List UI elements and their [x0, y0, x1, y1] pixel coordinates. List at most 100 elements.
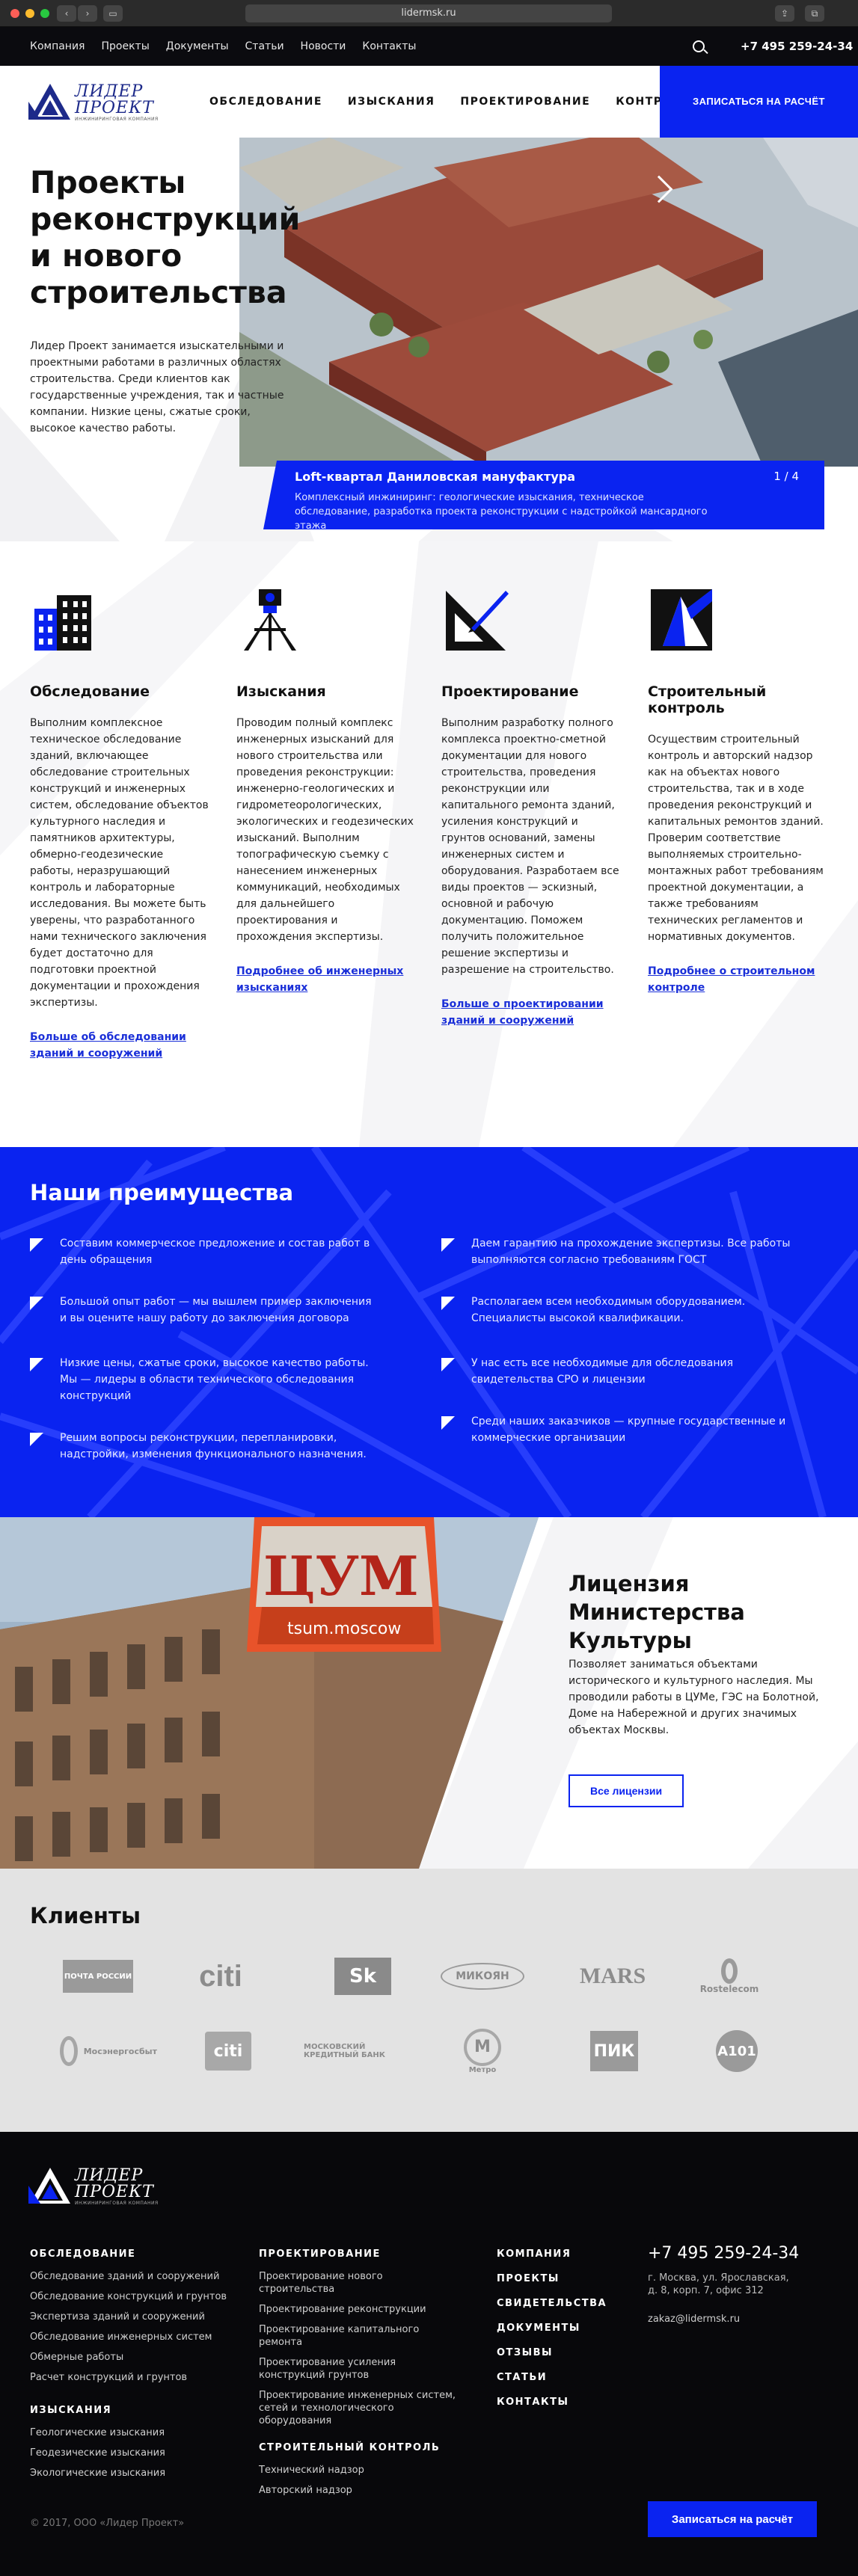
footer-link[interactable]: Экспертиза зданий и сооружений [30, 2311, 247, 2323]
footer-link[interactable]: Проектирование капитального ремонта [259, 2323, 461, 2349]
top-nav-company[interactable]: Компания [30, 40, 85, 52]
top-nav-contacts[interactable]: Контакты [362, 40, 416, 52]
nav-surveys[interactable]: ИЗЫСКАНИЯ [348, 96, 435, 108]
slide-caption[interactable]: Loft-квартал Даниловская мануфактура 1 /… [263, 461, 824, 529]
client-logo[interactable]: citi [172, 1952, 269, 2000]
triangle-bullet-icon [441, 1297, 455, 1310]
all-licenses-button[interactable]: Все лицензии [569, 1774, 684, 1807]
top-nav-projects[interactable]: Проекты [101, 40, 149, 52]
footer-heading[interactable]: ПРОЕКТИРОВАНИЕ [259, 2248, 461, 2260]
top-nav-news[interactable]: Новости [301, 40, 346, 52]
advantage-text: Среди наших заказчиков — крупные государ… [471, 1415, 786, 1444]
footer-link[interactable]: Обследование зданий и сооружений [30, 2270, 247, 2283]
footer-main-link[interactable]: КОМПАНИЯ [497, 2248, 631, 2260]
service-link[interactable]: Больше о проектировании зданий и сооруже… [441, 996, 621, 1029]
footer-link[interactable]: Технический надзор [259, 2464, 461, 2477]
hero-title: Проекты реконструкций и нового строитель… [30, 165, 301, 310]
service-link[interactable]: Больше об обследовании зданий и сооружен… [30, 1029, 209, 1062]
footer-main-link[interactable]: ПРОЕКТЫ [497, 2273, 631, 2284]
footer-link[interactable]: Обмерные работы [30, 2351, 247, 2364]
client-logo-text: citi [205, 2032, 251, 2071]
advantage-text: Составим коммерческое предложение и сост… [60, 1238, 370, 1266]
footer-link[interactable]: Экологические изыскания [30, 2467, 247, 2480]
page: ‹ › ▭ lidermsk.ru ⇪ ⧉ Компания Проекты Д… [0, 0, 858, 2576]
footer-logo[interactable]: ЛИДЕР ПРОЕКТ ИНЖИНИРИНГОВАЯ КОМПАНИЯ [28, 2162, 171, 2210]
footer-main-link[interactable]: СТАТЬИ [497, 2372, 631, 2383]
share-icon[interactable]: ⇪ [775, 5, 794, 22]
client-logo[interactable]: Rostelecom [681, 1952, 778, 2000]
nav-design[interactable]: ПРОЕКТИРОВАНИЕ [460, 96, 590, 108]
footer-link[interactable]: Авторский надзор [259, 2484, 461, 2497]
footer: ЛИДЕР ПРОЕКТ ИНЖИНИРИНГОВАЯ КОМПАНИЯ ОБС… [0, 2132, 858, 2576]
rostelecom-mark-icon [721, 1958, 738, 1984]
advantage-item: Располагаем всем необходимым оборудовани… [441, 1294, 793, 1327]
hero-slide-image [239, 138, 858, 467]
footer-link[interactable]: Обследование конструкций и грунтов [30, 2290, 247, 2303]
footer-link[interactable]: Геодезические изыскания [30, 2447, 247, 2459]
client-logo[interactable]: Sk [314, 1952, 411, 2000]
forward-icon[interactable]: › [78, 5, 97, 22]
footer-link[interactable]: Проектирование инженерных систем, сетей … [259, 2389, 461, 2427]
footer-link[interactable]: Расчет конструкций и грунтов [30, 2371, 247, 2384]
footer-main-link[interactable]: ДОКУМЕНТЫ [497, 2323, 631, 2334]
client-logo[interactable]: Мосэнергосбыт [60, 2027, 157, 2075]
top-nav-documents[interactable]: Документы [166, 40, 229, 52]
footer-main-link[interactable]: КОНТАКТЫ [497, 2397, 631, 2408]
nav-inspection[interactable]: ОБСЛЕДОВАНИЕ [209, 96, 322, 108]
service-link[interactable]: Подробнее о строительном контроле [648, 963, 827, 996]
footer-phone[interactable]: +7 495 259-24-34 [648, 2244, 827, 2263]
service-title: Обследование [30, 683, 150, 700]
maximize-window-icon[interactable] [40, 9, 49, 18]
client-logo[interactable]: ПИК [566, 2027, 663, 2075]
hero-description: Лидер Проект занимается изыскательными и… [30, 340, 284, 434]
advantage-item: Решим вопросы реконструкции, перепланиро… [30, 1430, 381, 1463]
footer-heading[interactable]: ИЗЫСКАНИЯ [30, 2405, 247, 2416]
footer-link[interactable]: Геологические изыскания [30, 2426, 247, 2439]
top-nav-articles[interactable]: Статьи [245, 40, 284, 52]
client-logo[interactable]: citi [180, 2027, 277, 2075]
client-logo[interactable]: МОСКОВСКИЙ КРЕДИТНЫЙ БАНК [304, 2027, 416, 2075]
triangle-bullet-icon [30, 1358, 43, 1371]
service-link[interactable]: Подробнее об инженерных изысканиях [236, 963, 416, 996]
footer-link[interactable]: Проектирование усиления конструкций грун… [259, 2356, 461, 2382]
client-logo[interactable]: A101 [688, 2027, 785, 2075]
search-icon[interactable] [693, 40, 705, 52]
footer-heading[interactable]: СТРОИТЕЛЬНЫЙ КОНТРОЛЬ [259, 2442, 461, 2453]
client-logo[interactable]: ПОЧТА РОССИИ [49, 1952, 147, 2000]
service-text: Выполним комплексное техническое обследо… [30, 717, 209, 1009]
license-section: ЦУМ tsum.moscow Лицензия Министерства Ку… [0, 1517, 858, 1869]
footer-main-link[interactable]: СВИДЕТЕЛЬСТВА [497, 2298, 631, 2309]
window-controls [10, 9, 49, 18]
tabs-icon[interactable]: ⧉ [805, 5, 824, 22]
license-text: Позволяет заниматься объектами историчес… [569, 1659, 819, 1736]
minimize-window-icon[interactable] [25, 9, 34, 18]
slide-description: Комплексный инжиниринг: геологические из… [295, 492, 708, 532]
footer-cta-button[interactable]: Записаться на расчёт [648, 2501, 817, 2537]
client-logo[interactable]: МИКОЯН [434, 1952, 531, 2000]
client-logo[interactable]: MARS [564, 1952, 661, 2000]
footer-link[interactable]: Обследование инженерных систем [30, 2331, 247, 2343]
control-icon [651, 589, 712, 651]
advantages-title: Наши преимущества [30, 1180, 294, 1205]
back-icon[interactable]: ‹ [57, 5, 76, 22]
services-section: Обследование Выполним комплексное технич… [0, 541, 858, 1147]
theodolite-icon [244, 589, 296, 651]
logo[interactable]: ЛИДЕР ПРОЕКТ ИНЖИНИРИНГОВАЯ КОМПАНИЯ [28, 78, 171, 126]
footer-heading[interactable]: ОБСЛЕДОВАНИЕ [30, 2248, 247, 2260]
client-logo[interactable]: M Метро [434, 2027, 531, 2075]
address-bar[interactable]: lidermsk.ru [245, 4, 612, 22]
footer-email[interactable]: zakaz@lidermsk.ru [648, 2314, 827, 2325]
advantage-item: Составим коммерческое предложение и сост… [30, 1235, 381, 1268]
footer-link[interactable]: Проектирование нового строительства [259, 2270, 461, 2296]
sidebar-icon[interactable]: ▭ [103, 5, 123, 22]
logo-mark-icon [28, 2168, 70, 2204]
hero-building-illustration [239, 138, 858, 467]
header-cta-button[interactable]: ЗАПИСАТЬСЯ НА РАСЧЁТ [660, 66, 858, 138]
logo-text-2: ПРОЕКТ [75, 99, 154, 117]
client-logo-text: ПОЧТА РОССИИ [63, 1960, 133, 1993]
top-phone[interactable]: +7 495 259-24-34 [741, 27, 853, 66]
footer-link[interactable]: Проектирование реконструкции [259, 2303, 461, 2316]
footer-col-main: КОМПАНИЯ ПРОЕКТЫ СВИДЕТЕЛЬСТВА ДОКУМЕНТЫ… [497, 2248, 631, 2421]
footer-main-link[interactable]: ОТЗЫВЫ [497, 2347, 631, 2358]
close-window-icon[interactable] [10, 9, 19, 18]
